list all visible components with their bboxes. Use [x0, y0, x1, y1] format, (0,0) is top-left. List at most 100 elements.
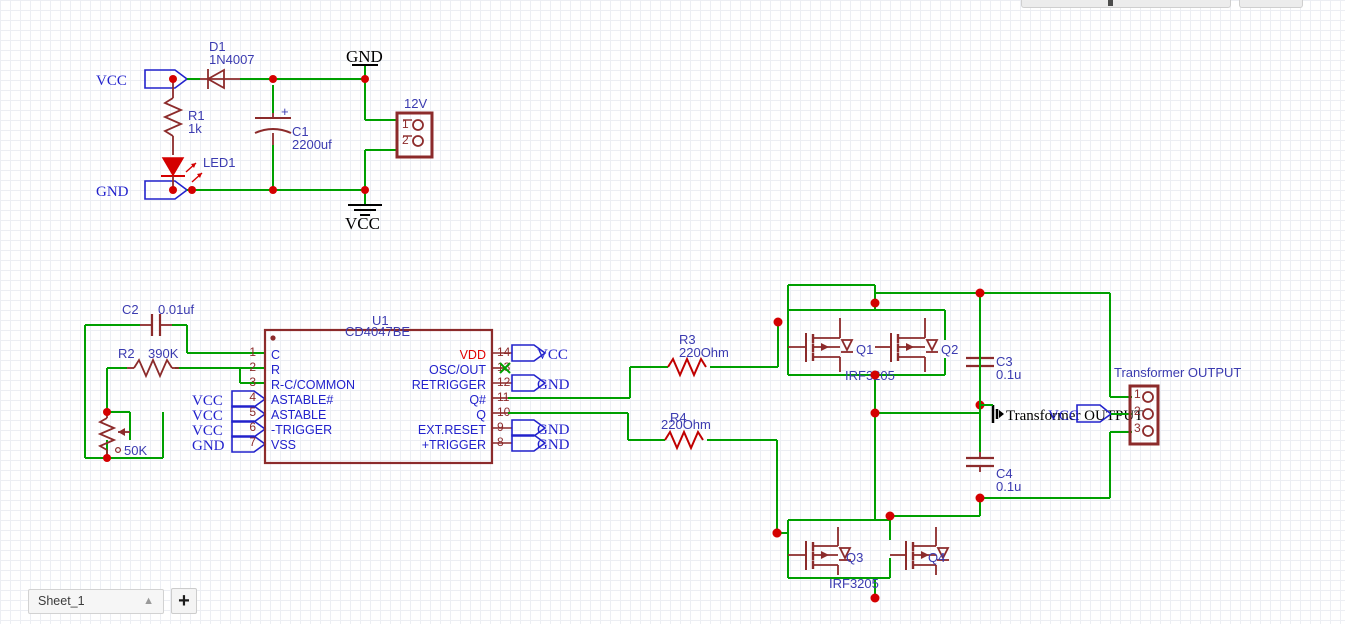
oscillator-section: C2 0.01uf R2 390K 50K [85, 302, 570, 463]
pin-6-num: 6 [249, 420, 256, 434]
led1-ref: LED1 [203, 155, 236, 170]
power-supply-section: VCC GND [96, 39, 432, 233]
component-c3-capacitor[interactable]: C3 0.1u [966, 352, 1021, 382]
hbridge-bottom-section: Q3 IRF3205 Q4 [773, 432, 1111, 603]
net-gnd-label: VCC [345, 214, 380, 233]
pin-11-num: 11 [497, 390, 510, 404]
hbridge-top-junctions [871, 289, 985, 418]
schematic-canvas[interactable]: VCC GND [0, 0, 1345, 624]
component-r3-resistor[interactable]: R3 220Ohm [668, 332, 729, 375]
hbridge-top-section: Q1 IRF3205 Q2 [788, 285, 1110, 520]
pin-11-name: Q# [469, 393, 486, 407]
sheet-tab-sheet-1[interactable]: Sheet_1 ▲ [28, 589, 164, 614]
pin-3-num: 3 [249, 375, 256, 389]
connector-12v[interactable]: 1 2 12V [397, 96, 432, 157]
pin-2-num: 2 [249, 360, 256, 374]
port-vcc-output-label: VCC [1048, 408, 1079, 424]
potentiometer-value: 50K [124, 443, 147, 458]
r3-value: 220Ohm [679, 345, 729, 360]
sheet-bar: Sheet_1 ▲ + [28, 588, 197, 614]
component-r2-resistor[interactable]: R2 390K [118, 346, 179, 376]
toolbar-chip-side[interactable] [1239, 0, 1303, 8]
q4-ref: Q4 [928, 550, 945, 565]
component-potentiometer-50k[interactable]: 50K [100, 412, 147, 458]
port-vcc-pin14[interactable]: VCC [512, 345, 568, 363]
component-q3-mosfet[interactable]: Q3 IRF3205 [788, 527, 879, 591]
component-led1[interactable]: LED1 [161, 155, 236, 190]
pin-4-name: ASTABLE# [271, 393, 333, 407]
chevron-up-icon[interactable]: ▲ [143, 596, 154, 607]
port-gnd-pin8[interactable]: GND [512, 435, 570, 453]
sheet-tab-label: Sheet_1 [38, 594, 85, 608]
port-vcc-pin6-label: VCC [192, 423, 223, 439]
pin-3-name: R-C/COMMON [271, 378, 355, 392]
q3-ref: Q3 [846, 550, 863, 565]
hbridge-top-wires [788, 285, 1110, 520]
port-vcc-input-label: VCC [96, 73, 127, 89]
pin-8-name: +TRIGGER [422, 438, 486, 452]
net-symbol-gnd-top[interactable]: VCC [345, 205, 382, 233]
toolbar-chip-cursor [1108, 0, 1113, 6]
conn-xfmr-label: Transformer OUTPUT [1114, 365, 1241, 380]
port-vcc-pin14-label: VCC [537, 347, 568, 363]
pin-6-name: -TRIGGER [271, 423, 332, 437]
conn-12v-pin-1: 1 [402, 117, 409, 131]
pin-1-name: C [271, 348, 280, 362]
pin-1-num: 1 [249, 345, 256, 359]
c1-polarity-marker: + [281, 104, 289, 119]
net-vcc-label: GND [346, 47, 383, 66]
q1-ref: Q1 [856, 342, 873, 357]
port-gnd-pin12-label: GND [537, 377, 570, 393]
component-u1-ic[interactable]: U1 CD4047BE 1 C 2 R 3 R-C/COMMON 4 ASTAB… [249, 313, 512, 463]
net-symbol-vcc-top[interactable]: GND [346, 47, 383, 66]
pin-4-num: 4 [249, 390, 256, 404]
conn-xfmr-pin-3: 3 [1134, 421, 1141, 435]
add-sheet-button[interactable]: + [171, 588, 197, 614]
d1-value: 1N4007 [209, 52, 255, 67]
schematic-drawing: VCC GND [0, 0, 1345, 624]
hbridge-bottom-wires [777, 432, 1110, 598]
connector-transformer-output[interactable]: 1 2 3 Transformer OUTPUT [1114, 365, 1241, 444]
pin-8-num: 8 [497, 435, 504, 449]
component-d1-diode[interactable]: D1 1N4007 [200, 39, 255, 89]
component-c1-capacitor[interactable]: + C1 2200uf [255, 104, 332, 152]
pin-10-name: Q [476, 408, 486, 422]
conn-xfmr-pin-2: 2 [1134, 404, 1141, 418]
pin-13-name: OSC/OUT [429, 363, 486, 377]
c2-ref: C2 [122, 302, 139, 317]
r2-value: 390K [148, 346, 179, 361]
r4-value: 220Ohm [661, 417, 711, 432]
pin-14-num: 14 [497, 345, 511, 359]
pin-9-name: EXT.RESET [418, 423, 486, 437]
port-vcc-pin4-label: VCC [192, 393, 223, 409]
component-c2-capacitor[interactable]: C2 0.01uf [122, 302, 195, 336]
port-gnd-pin8-label: GND [537, 437, 570, 453]
pin-5-name: ASTABLE [271, 408, 326, 422]
u1-part: CD4047BE [345, 324, 410, 339]
pin-12-num: 12 [497, 375, 511, 389]
r2-ref: R2 [118, 346, 135, 361]
conn-xfmr-pin-1: 1 [1134, 387, 1141, 401]
pin-12-name: RETRIGGER [412, 378, 486, 392]
port-gnd-pin12[interactable]: GND [512, 375, 570, 393]
port-gnd-pin7-label: GND [192, 438, 225, 454]
q1-value: IRF3205 [845, 368, 895, 383]
toolbar-chip-main[interactable] [1021, 0, 1231, 8]
r1-value: 1k [188, 121, 202, 136]
pin-9-num: 9 [497, 420, 504, 434]
pin-7-num: 7 [249, 435, 256, 449]
component-c4-capacitor[interactable]: C4 0.1u [966, 452, 1021, 494]
port-gnd-input-label: GND [96, 184, 129, 200]
pin-2-name: R [271, 363, 280, 377]
conn-12v-label: 12V [404, 96, 427, 111]
conn-12v-pin-2: 2 [402, 133, 409, 147]
add-sheet-label: + [178, 591, 190, 611]
pin-5-num: 5 [249, 405, 256, 419]
pin-7-name: VSS [271, 438, 296, 452]
component-r4-resistor[interactable]: R4 220Ohm [661, 410, 711, 448]
q3-value: IRF3205 [829, 576, 879, 591]
q2-ref: Q2 [941, 342, 958, 357]
component-r1-resistor[interactable]: R1 1k [165, 79, 205, 155]
port-vcc-pin5-label: VCC [192, 408, 223, 424]
component-q4-mosfet[interactable]: Q4 [890, 527, 949, 575]
